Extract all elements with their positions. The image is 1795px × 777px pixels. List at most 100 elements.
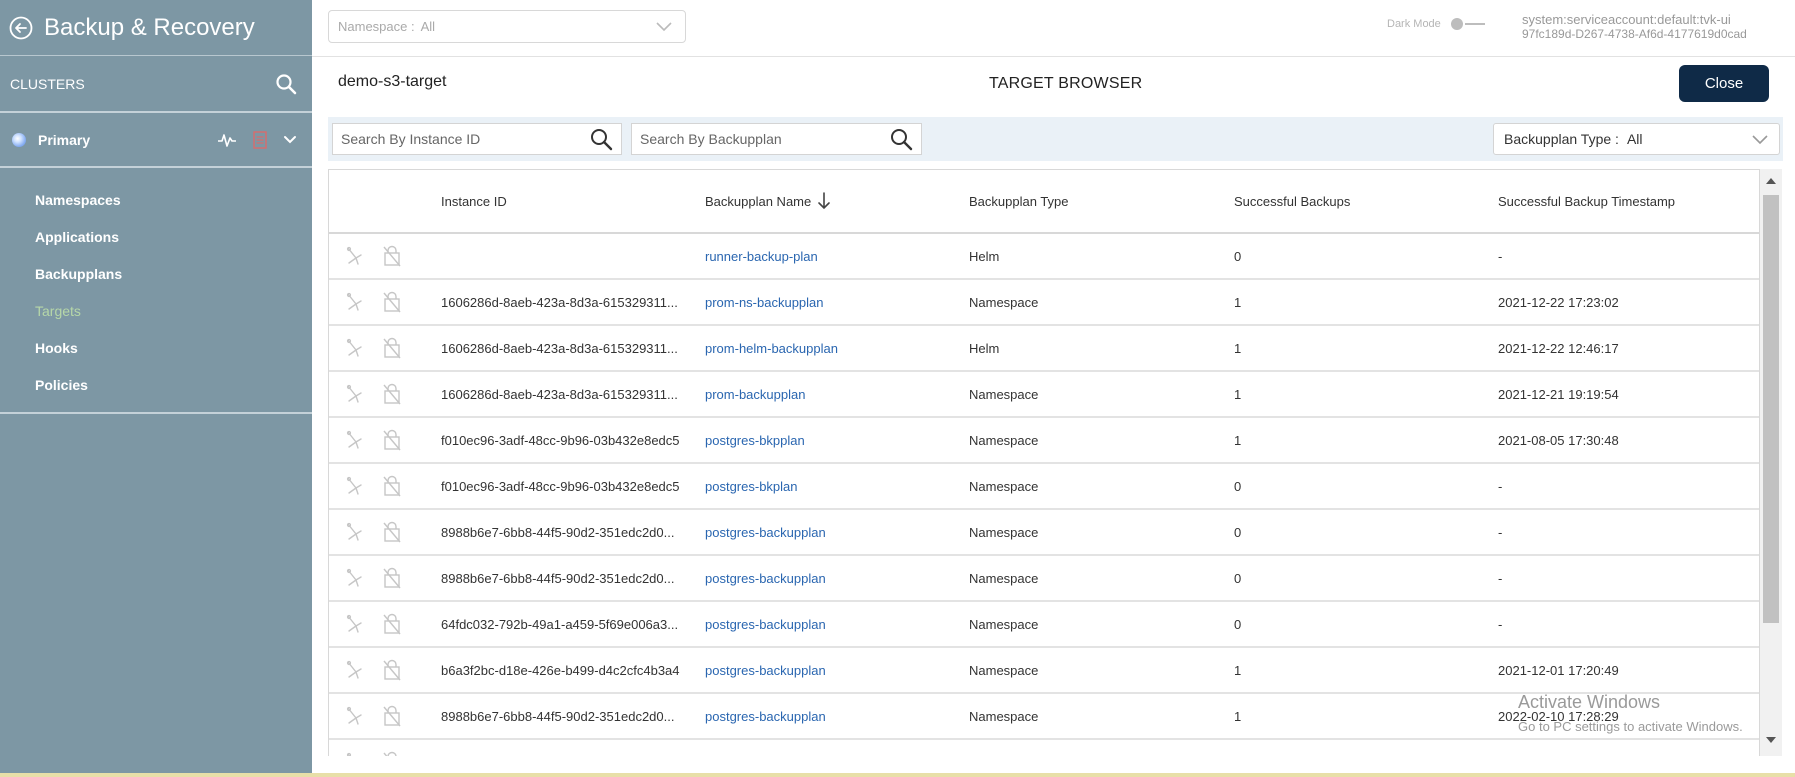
table-body: runner-backup-plan Helm 0-1606286d-8aeb-42…: [329, 234, 1759, 756]
cleanup-icon[interactable]: [345, 384, 365, 404]
table-row[interactable]: 8988b6e7-6bb8-44f5-90d2-351edc2d0...post…: [329, 694, 1759, 740]
backupplan-name-link[interactable]: postgres-bkpplan: [705, 433, 969, 448]
report-icon[interactable]: [253, 130, 267, 149]
unlock-icon[interactable]: [383, 613, 401, 635]
backupplan-name-link[interactable]: postgres-bkplan: [705, 479, 969, 494]
scroll-up-icon[interactable]: [1765, 177, 1777, 185]
unlock-icon[interactable]: [383, 337, 401, 359]
unlock-icon[interactable]: [383, 383, 401, 405]
backupplan-name-link[interactable]: postgres-backupplan: [705, 755, 969, 757]
column-header-successful-backups[interactable]: Successful Backups: [1234, 194, 1498, 209]
instance-id-cell: 8988b6e7-6bb8-44f5-90d2-351edc2d0...: [441, 524, 675, 540]
back-arrow-icon[interactable]: [9, 16, 33, 40]
sort-desc-icon[interactable]: [817, 192, 831, 210]
successful-backups-cell: 1: [1234, 662, 1242, 678]
unlock-icon[interactable]: [383, 429, 401, 451]
sidebar-item-targets[interactable]: Targets: [0, 293, 312, 330]
close-button[interactable]: Close: [1679, 65, 1769, 102]
sidebar-item-policies[interactable]: Policies: [0, 367, 312, 404]
backupplan-search-input[interactable]: [632, 124, 889, 154]
cleanup-icon[interactable]: [345, 338, 365, 358]
row-actions: [329, 291, 441, 313]
row-actions: [329, 751, 441, 756]
backupplan-name-link[interactable]: runner-backup-plan: [705, 249, 969, 264]
table-row[interactable]: 1606286d-8aeb-423a-8d3a-615329311... prom…: [329, 372, 1759, 418]
table-row[interactable]: 1606286d-8aeb-423a-8d3a-615329311... prom…: [329, 326, 1759, 372]
instance-id-search: [332, 123, 622, 155]
target-browser-header: demo-s3-target TARGET BROWSER Close: [312, 57, 1795, 117]
unlock-icon[interactable]: [383, 475, 401, 497]
successful-backups-cell: 1: [1234, 340, 1242, 356]
cleanup-icon[interactable]: [345, 614, 365, 634]
search-icon[interactable]: [275, 73, 297, 95]
backupplan-name-link[interactable]: prom-ns-backupplan: [705, 295, 969, 310]
backupplan-type-cell: Namespace: [969, 478, 1039, 494]
cleanup-icon[interactable]: [345, 568, 365, 588]
backupplan-type-select[interactable]: Backupplan Type : All: [1493, 123, 1780, 155]
backupplan-name-link[interactable]: postgres-backupplan: [705, 663, 969, 678]
dark-mode-toggle[interactable]: [1450, 18, 1485, 30]
table-row[interactable]: b6a3f2bc-d18e-426e-b499-d4c2cfc4b3a4 post…: [329, 648, 1759, 694]
search-icon[interactable]: [589, 127, 613, 151]
scroll-down-icon[interactable]: [1765, 736, 1777, 744]
sidebar-item-namespaces[interactable]: Namespaces: [0, 182, 312, 219]
backupplan-name-link[interactable]: postgres-backupplan: [705, 709, 969, 724]
row-actions: [329, 383, 441, 405]
table-row[interactable]: f010ec96-3adf-48cc-9b96-03b432e8edc5 post…: [329, 464, 1759, 510]
backupplan-type-cell: Namespace: [969, 570, 1039, 586]
cluster-item-primary[interactable]: Primary: [0, 113, 312, 168]
cleanup-icon[interactable]: [345, 660, 365, 680]
heartbeat-icon[interactable]: [217, 132, 237, 148]
cleanup-icon[interactable]: [345, 522, 365, 542]
vertical-scrollbar[interactable]: [1760, 169, 1782, 756]
sidebar-item-hooks[interactable]: Hooks: [0, 330, 312, 367]
row-actions: [329, 659, 441, 681]
cleanup-icon[interactable]: [345, 430, 365, 450]
backupplan-name-link[interactable]: postgres-backupplan: [705, 525, 969, 540]
unlock-icon[interactable]: [383, 705, 401, 727]
successful-backups-cell: 1: [1234, 432, 1242, 448]
cleanup-icon[interactable]: [345, 292, 365, 312]
sidebar-nav: Namespaces Applications Backupplans Targ…: [0, 168, 312, 414]
sidebar-item-applications[interactable]: Applications: [0, 219, 312, 256]
app-header: Backup & Recovery: [0, 0, 312, 56]
unlock-icon[interactable]: [383, 521, 401, 543]
table-row[interactable]: 8988b6e7-6bb8-44f5-90d2-351edc2d0... post…: [329, 510, 1759, 556]
search-icon[interactable]: [889, 127, 913, 151]
cleanup-icon[interactable]: [345, 246, 365, 266]
dark-mode-control: Dark Mode: [1387, 18, 1485, 30]
successful-backups-cell: 0: [1234, 570, 1242, 586]
table-row[interactable]: f010ec96-3adf-48cc-9b96-03b432e8edc5 post…: [329, 418, 1759, 464]
unlock-icon[interactable]: [383, 567, 401, 589]
instance-id-cell: 8988b6e7-6bb8-44f5-90d2-351edc2d0...: [441, 755, 705, 757]
timestamp-cell: 2022-01-18 17:39:53: [1498, 755, 1748, 757]
table-row[interactable]: 1606286d-8aeb-423a-8d3a-615329311... prom…: [329, 280, 1759, 326]
namespace-select[interactable]: Namespace : All: [328, 10, 686, 43]
unlock-icon[interactable]: [383, 659, 401, 681]
table-row[interactable]: runner-backup-plan Helm 0 -: [329, 234, 1759, 280]
unlock-icon[interactable]: [383, 245, 401, 267]
column-header-backupplan-type[interactable]: Backupplan Type: [969, 194, 1234, 209]
column-header-instance-id[interactable]: Instance ID: [441, 194, 705, 209]
chevron-down-icon[interactable]: [283, 135, 297, 145]
instance-id-search-input[interactable]: [333, 124, 589, 154]
backupplan-name-link[interactable]: prom-backupplan: [705, 387, 969, 402]
unlock-icon[interactable]: [383, 751, 401, 756]
timestamp-cell: 2021-12-22 12:46:17: [1498, 340, 1619, 356]
scrollbar-thumb[interactable]: [1763, 195, 1779, 623]
backupplan-name-link[interactable]: prom-helm-backupplan: [705, 341, 969, 356]
sidebar-item-backupplans[interactable]: Backupplans: [0, 256, 312, 293]
backupplan-name-link[interactable]: postgres-backupplan: [705, 617, 969, 632]
instance-id-cell: f010ec96-3adf-48cc-9b96-03b432e8edc5: [441, 478, 680, 494]
table-row[interactable]: 64fdc032-792b-49a1-a459-5f69e006a3... pos…: [329, 602, 1759, 648]
cleanup-icon[interactable]: [345, 706, 365, 726]
app-title: Backup & Recovery: [44, 13, 255, 41]
backupplan-name-link[interactable]: postgres-backupplan: [705, 571, 969, 586]
column-header-backupplan-name[interactable]: Backupplan Name: [705, 192, 969, 210]
cleanup-icon[interactable]: [345, 476, 365, 496]
unlock-icon[interactable]: [383, 291, 401, 313]
column-header-successful-backup-timestamp[interactable]: Successful Backup Timestamp: [1498, 194, 1748, 209]
table-row[interactable]: 8988b6e7-6bb8-44f5-90d2-351edc2d0...post…: [329, 556, 1759, 602]
table-row[interactable]: 8988b6e7-6bb8-44f5-90d2-351edc2d0...post…: [329, 740, 1759, 756]
cleanup-icon[interactable]: [345, 752, 365, 756]
